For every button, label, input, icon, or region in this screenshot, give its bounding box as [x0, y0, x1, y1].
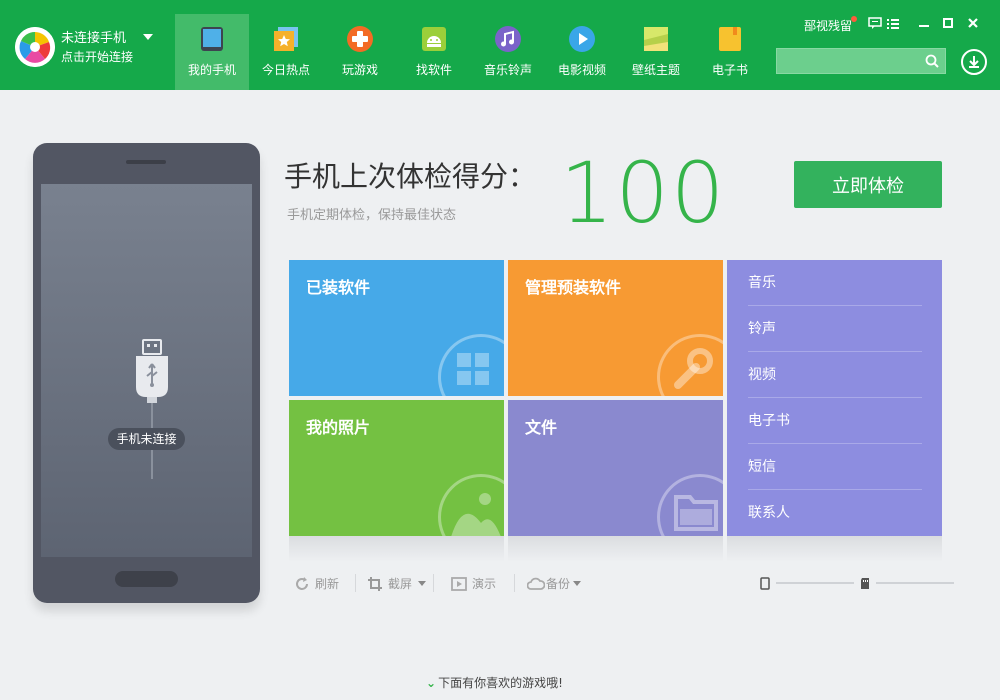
- app-logo: [15, 27, 55, 67]
- notification-dot: [851, 16, 857, 22]
- backup-label: 备份: [546, 577, 571, 591]
- side-item-sms[interactable]: 短信: [748, 444, 922, 490]
- search-input[interactable]: [777, 49, 917, 73]
- side-item-contacts[interactable]: 联系人: [748, 490, 922, 536]
- wallpaper-icon: [644, 27, 668, 51]
- side-item-ebooks[interactable]: 电子书: [748, 398, 922, 444]
- tile-reflection: [508, 536, 723, 562]
- toolbar-divider: [355, 574, 356, 592]
- backup-button[interactable]: 备份: [527, 575, 583, 593]
- star-icon: [274, 27, 298, 51]
- chevron-down-icon: ⌄: [426, 676, 437, 690]
- connection-subtitle[interactable]: 点击开始连接: [61, 48, 133, 65]
- tile-files[interactable]: 文件: [508, 400, 723, 536]
- nav-games[interactable]: 玩游戏: [323, 14, 397, 90]
- nav-label: 电影视频: [557, 63, 606, 77]
- nav-ebook[interactable]: 电子书: [693, 14, 767, 90]
- tile-preinstalled-apps[interactable]: 管理预装软件: [508, 260, 723, 396]
- caret-down-icon[interactable]: [418, 581, 426, 587]
- media-side-panel: 音乐 铃声 视频 电子书 短信 联系人: [727, 260, 942, 536]
- tile-reflection: [289, 536, 504, 562]
- toolbar-divider: [514, 574, 515, 592]
- toolbar-divider: [433, 574, 434, 592]
- tile-my-photos[interactable]: 我的照片: [289, 400, 504, 536]
- nav-today-hot[interactable]: 今日热点: [249, 14, 323, 90]
- side-item-ringtones[interactable]: 铃声: [748, 306, 922, 352]
- download-button[interactable]: [961, 49, 987, 75]
- side-item-music[interactable]: 音乐: [748, 260, 922, 306]
- checkup-score: 100: [560, 144, 727, 242]
- phone-mockup: 手机未连接: [33, 143, 260, 603]
- android-icon: [422, 27, 446, 51]
- checkup-title: 手机上次体检得分：: [284, 160, 537, 193]
- connection-title[interactable]: 未连接手机: [61, 27, 126, 46]
- checkup-subtitle: 手机定期体检，保持最佳状态: [287, 208, 457, 223]
- nav-label: 电子书: [711, 63, 748, 77]
- refresh-icon: [296, 577, 308, 590]
- nav-label: 玩游戏: [341, 63, 378, 77]
- screenshot-label: 截屏: [388, 577, 413, 591]
- gamepad-icon: [347, 26, 373, 52]
- folder-icon: [657, 474, 723, 536]
- nav-wallpaper[interactable]: 壁纸主题: [619, 14, 693, 90]
- demo-play-icon: [451, 577, 467, 591]
- tile-label: 已装软件: [306, 278, 371, 297]
- tile-installed-apps[interactable]: 已装软件: [289, 260, 504, 396]
- message-icon[interactable]: [868, 16, 882, 30]
- screenshot-button[interactable]: 截屏: [367, 575, 427, 593]
- nav-music[interactable]: 音乐铃声: [471, 14, 545, 90]
- grid-icon: [438, 334, 504, 396]
- crop-icon: [368, 577, 382, 591]
- more-games-link[interactable]: ⌄ 下面有你喜欢的游戏哦!: [426, 674, 563, 691]
- demo-label: 演示: [472, 577, 497, 591]
- sd-storage-bar: [876, 582, 954, 584]
- refresh-button[interactable]: 刷新: [294, 575, 348, 593]
- download-icon: [969, 56, 979, 68]
- sd-card-icon: [861, 578, 869, 589]
- usb-cable-icon: [136, 339, 168, 479]
- book-icon: [719, 27, 741, 51]
- tile-label: 我的照片: [306, 418, 371, 437]
- search-icon[interactable]: [925, 54, 939, 68]
- phone-home-button: [115, 571, 178, 587]
- cloud-icon: [527, 577, 545, 590]
- side-item-videos[interactable]: 视频: [748, 352, 922, 398]
- minimize-icon[interactable]: [917, 16, 931, 30]
- demo-button[interactable]: 演示: [451, 575, 503, 593]
- top-bar: 未连接手机 点击开始连接 我的手机 今日热点 玩游戏 找软件 音乐铃声 电影视频…: [0, 0, 1000, 90]
- maximize-icon[interactable]: [941, 16, 955, 30]
- start-checkup-button[interactable]: 立即体检: [794, 161, 942, 208]
- caret-down-icon[interactable]: [573, 581, 581, 587]
- tablet-icon: [201, 27, 223, 51]
- nav-label: 今日热点: [261, 63, 310, 77]
- phone-screen: 手机未连接: [41, 184, 252, 557]
- nav-label: 音乐铃声: [483, 63, 532, 77]
- tile-label: 管理预装软件: [525, 278, 622, 297]
- nav-my-phone[interactable]: 我的手机: [175, 14, 249, 90]
- phone-status-label: 手机未连接: [108, 428, 185, 450]
- phone-storage-bar: [776, 582, 854, 584]
- nav-apps[interactable]: 找软件: [397, 14, 471, 90]
- feedback-link[interactable]: 郚视残留: [804, 17, 852, 34]
- phone-speaker: [126, 160, 166, 164]
- nav-label: 壁纸主题: [631, 63, 680, 77]
- nav-video[interactable]: 电影视频: [545, 14, 619, 90]
- nav-label: 我的手机: [187, 63, 236, 77]
- wrench-icon: [657, 334, 723, 396]
- search-box[interactable]: [776, 48, 946, 74]
- tile-label: 文件: [525, 418, 558, 437]
- play-icon: [569, 26, 595, 52]
- phone-storage-icon: [760, 577, 770, 590]
- music-note-icon: [495, 26, 521, 52]
- tile-reflection: [727, 536, 942, 562]
- close-icon[interactable]: [966, 16, 980, 30]
- menu-icon[interactable]: [886, 16, 900, 30]
- connection-dropdown-icon[interactable]: [143, 34, 153, 40]
- more-games-label: 下面有你喜欢的游戏哦!: [438, 676, 563, 690]
- nav-label: 找软件: [415, 63, 452, 77]
- photo-icon: [438, 474, 504, 536]
- refresh-label: 刷新: [315, 577, 340, 591]
